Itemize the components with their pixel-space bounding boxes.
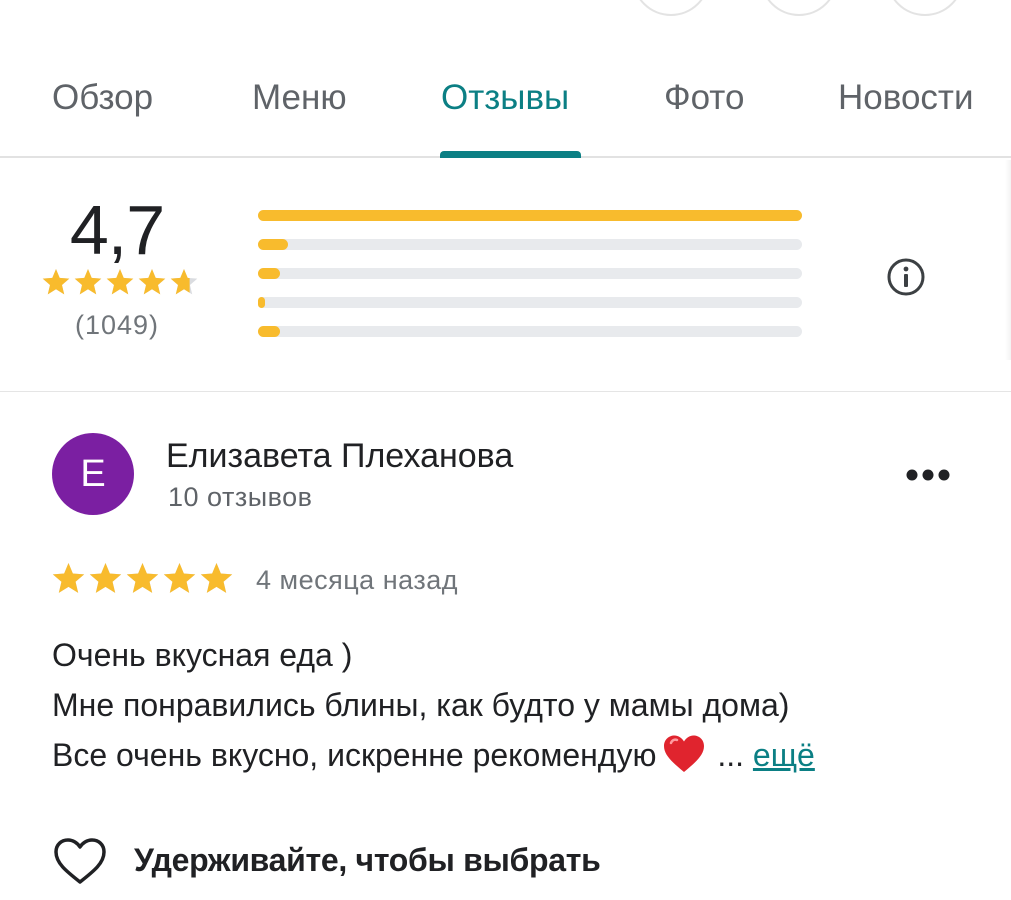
rating-distribution bbox=[258, 210, 802, 355]
star-icon-filled bbox=[89, 563, 122, 593]
tab-overview[interactable]: Обзор bbox=[52, 78, 153, 118]
rating-bar-1-stars[interactable] bbox=[258, 326, 802, 337]
rating-bar-5-stars[interactable] bbox=[258, 210, 802, 221]
average-rating-stars bbox=[42, 269, 198, 295]
more-options-icon[interactable] bbox=[900, 458, 956, 492]
like-hint-label: Удерживайте, чтобы выбрать bbox=[134, 842, 601, 878]
tab-menu[interactable]: Меню bbox=[252, 78, 347, 118]
read-more-link[interactable]: ещё bbox=[753, 737, 815, 773]
review-text-line: Все очень вкусно, искренне рекомендую ..… bbox=[52, 730, 972, 780]
like-row[interactable]: Удерживайте, чтобы выбрать bbox=[52, 832, 752, 888]
star-icon-filled bbox=[138, 269, 166, 295]
rating-bar-4-stars[interactable] bbox=[258, 239, 802, 250]
tab-bar: Обзор Меню Отзывы Фото Новости bbox=[0, 60, 1011, 158]
avatar[interactable]: Е bbox=[52, 433, 134, 515]
heart-outline-icon[interactable] bbox=[52, 836, 108, 886]
active-tab-indicator bbox=[440, 151, 581, 158]
red-heart-emoji-icon bbox=[664, 735, 705, 772]
star-icon-filled bbox=[126, 563, 159, 593]
review-author-meta: 10 отзывов bbox=[168, 482, 313, 512]
review-text-line: Мне понравились блины, как будто у мамы … bbox=[52, 687, 790, 723]
tab-reviews[interactable]: Отзывы bbox=[441, 78, 569, 118]
star-icon-filled bbox=[163, 563, 196, 593]
review-text-line-content: Все очень вкусно, искренне рекомендую bbox=[52, 737, 657, 773]
review-date: 4 месяца назад bbox=[256, 565, 458, 595]
tab-news[interactable]: Новости bbox=[838, 78, 974, 118]
top-action-button[interactable] bbox=[760, 0, 838, 16]
rating-bar-fill bbox=[258, 297, 265, 308]
top-action-button[interactable] bbox=[632, 0, 710, 16]
review-count: (1049) bbox=[74, 310, 160, 340]
review-rating-stars bbox=[52, 563, 233, 593]
rating-bar-2-stars[interactable] bbox=[258, 297, 802, 308]
rating-bar-fill bbox=[258, 239, 288, 250]
review-author-name[interactable]: Елизавета Плеханова bbox=[166, 437, 513, 476]
reviews-screen: Обзор Меню Отзывы Фото Новости 4,7 (1049… bbox=[0, 0, 1011, 900]
rating-bar-3-stars[interactable] bbox=[258, 268, 802, 279]
star-icon-filled bbox=[42, 269, 70, 295]
review-text: Очень вкусная еда ) Мне понравились блин… bbox=[52, 630, 972, 780]
top-action-button[interactable] bbox=[886, 0, 964, 16]
rating-bar-fill bbox=[258, 268, 280, 279]
tab-photos[interactable]: Фото bbox=[664, 78, 744, 118]
star-icon-filled bbox=[200, 563, 233, 593]
star-icon-filled bbox=[74, 269, 102, 295]
review-ellipsis: ... bbox=[708, 737, 745, 773]
star-icon-filled bbox=[106, 269, 134, 295]
rating-summary: 4,7 (1049) bbox=[0, 160, 1011, 392]
rating-bar-fill bbox=[258, 210, 802, 221]
info-icon[interactable] bbox=[885, 256, 927, 298]
review-text-line: Очень вкусная еда ) bbox=[52, 637, 353, 673]
average-rating: 4,7 bbox=[69, 191, 165, 269]
star-icon-filled bbox=[52, 563, 85, 593]
rating-bar-fill bbox=[258, 326, 280, 337]
